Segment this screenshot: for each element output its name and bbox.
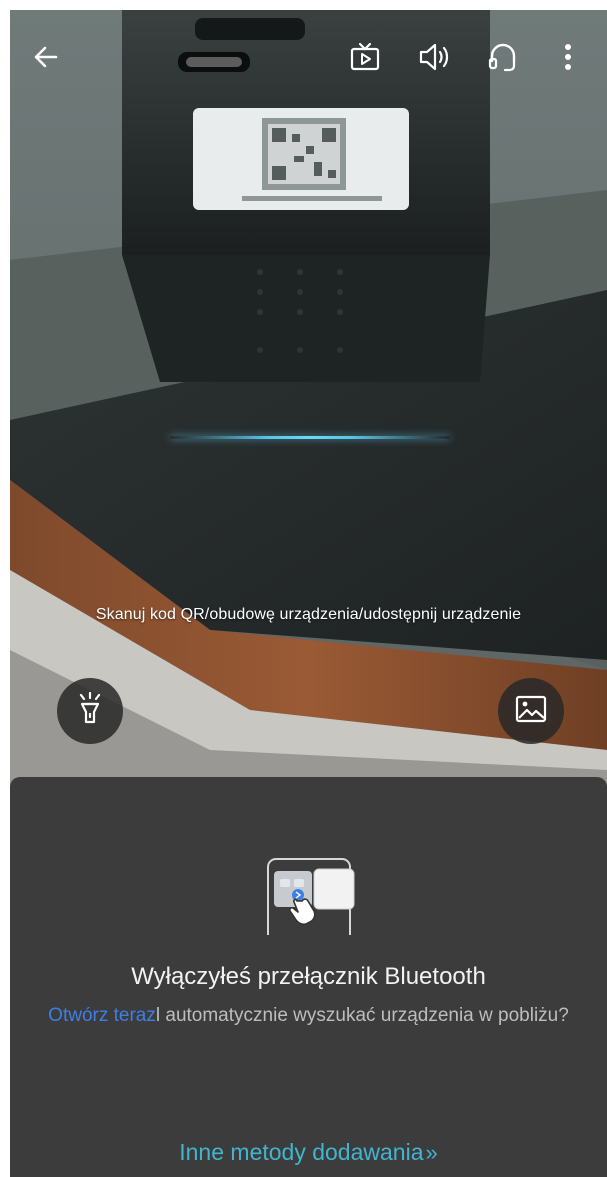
- tutorial-video-button[interactable]: [343, 35, 387, 79]
- double-chevron-right-icon: »: [425, 1140, 438, 1165]
- bluetooth-prompt-sheet: Wyłączyłeś przełącznik Bluetooth Otwórz …: [10, 777, 607, 1177]
- support-button[interactable]: [481, 35, 525, 79]
- bluetooth-description-text: l automatycznie wyszukać urządzenia w po…: [155, 1005, 569, 1026]
- scan-hint-text: Skanuj kod QR/obudowę urządzenia/udostęp…: [95, 606, 522, 623]
- sound-toggle-button[interactable]: [412, 35, 456, 79]
- headset-icon: [487, 41, 519, 73]
- more-options-button[interactable]: [546, 35, 590, 79]
- scan-line: [170, 436, 450, 439]
- more-vertical-icon: [563, 42, 573, 72]
- bluetooth-description: Otwórz terazl automatycznie wyszukać urz…: [30, 1003, 587, 1028]
- camera-preview: [10, 10, 607, 790]
- other-methods-label: Inne metody dodawania: [179, 1139, 424, 1165]
- open-bluetooth-link[interactable]: Otwórz teraz: [48, 1005, 156, 1026]
- arrow-left-icon: [32, 43, 60, 71]
- scanner-screen: Skanuj kod QR/obudowę urządzenia/udostęp…: [10, 10, 607, 1177]
- gallery-button[interactable]: [498, 678, 564, 744]
- bluetooth-settings-illustration: [264, 857, 356, 937]
- back-button[interactable]: [24, 35, 68, 79]
- flashlight-icon: [75, 691, 105, 731]
- speaker-icon: [417, 41, 451, 73]
- other-add-methods-link[interactable]: Inne metody dodawania»: [10, 1139, 607, 1166]
- flashlight-button[interactable]: [57, 678, 123, 744]
- image-gallery-icon: [515, 695, 547, 728]
- top-bar: [10, 10, 607, 100]
- bluetooth-off-title: Wyłączyłeś przełącznik Bluetooth: [131, 963, 486, 990]
- tv-play-icon: [349, 41, 381, 73]
